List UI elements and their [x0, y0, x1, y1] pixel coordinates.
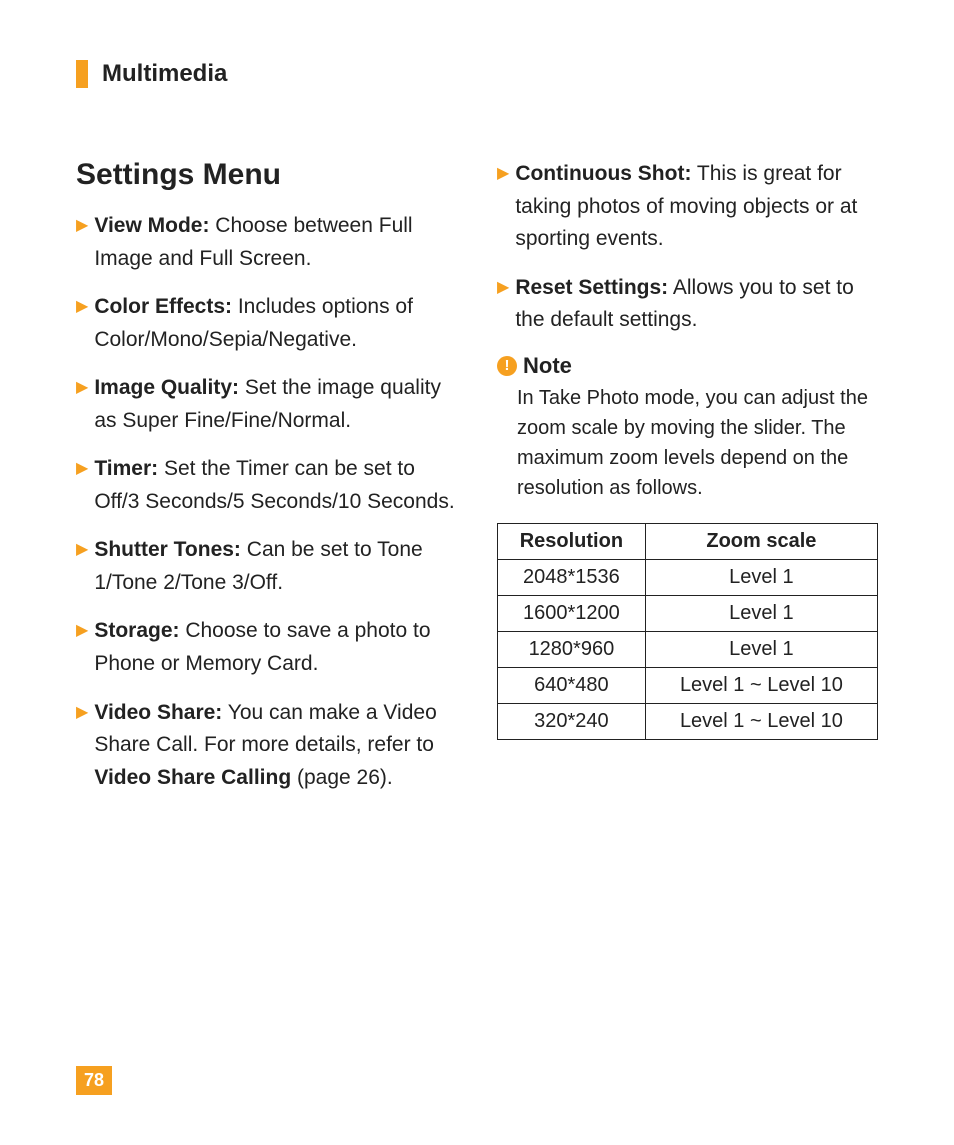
triangle-bullet-icon: ▶ [497, 158, 509, 190]
list-item: ▶ Continuous Shot: This is great for tak… [497, 158, 878, 256]
note-heading: ! Note [497, 353, 878, 379]
list-item-label: Storage: [94, 619, 179, 642]
zoom-table: Resolution Zoom scale 2048*1536 Level 1 … [497, 523, 878, 740]
triangle-bullet-icon: ▶ [76, 534, 88, 566]
section-title: Multimedia [76, 60, 878, 88]
list-item-body: Image Quality: Set the image quality as … [94, 372, 457, 437]
list-item: ▶ Image Quality: Set the image quality a… [76, 372, 457, 437]
list-item: ▶ Video Share: You can make a Video Shar… [76, 697, 457, 795]
list-item-label: Reset Settings: [515, 276, 668, 299]
list-item-body: Storage: Choose to save a photo to Phone… [94, 615, 457, 680]
section-title-text: Multimedia [102, 60, 227, 88]
section-bar-icon [76, 60, 88, 88]
triangle-bullet-icon: ▶ [76, 291, 88, 323]
note-title: Note [523, 353, 572, 379]
list-item: ▶ Color Effects: Includes options of Col… [76, 291, 457, 356]
table-cell: 1280*960 [498, 631, 646, 667]
list-item: ▶ Shutter Tones: Can be set to Tone 1/To… [76, 534, 457, 599]
table-row: 640*480 Level 1 ~ Level 10 [498, 667, 878, 703]
list-item: ▶ View Mode: Choose between Full Image a… [76, 210, 457, 275]
left-column: Settings Menu ▶ View Mode: Choose betwee… [76, 158, 457, 810]
table-cell: Level 1 [645, 631, 877, 667]
content-columns: Settings Menu ▶ View Mode: Choose betwee… [76, 158, 878, 810]
list-item: ▶ Reset Settings: Allows you to set to t… [497, 272, 878, 337]
table-row: 1600*1200 Level 1 [498, 595, 878, 631]
triangle-bullet-icon: ▶ [76, 453, 88, 485]
list-item-bold-tail: Video Share Calling [94, 766, 291, 789]
list-item-label: Image Quality: [94, 376, 239, 399]
list-item: ▶ Storage: Choose to save a photo to Pho… [76, 615, 457, 680]
list-item-label: Continuous Shot: [515, 162, 691, 185]
list-item: ▶ Timer: Set the Timer can be set to Off… [76, 453, 457, 518]
table-row: 2048*1536 Level 1 [498, 559, 878, 595]
settings-menu-heading: Settings Menu [76, 158, 457, 192]
table-row: 1280*960 Level 1 [498, 631, 878, 667]
table-header-resolution: Resolution [498, 523, 646, 559]
list-item-tail: (page 26). [291, 766, 393, 789]
list-item-label: Shutter Tones: [94, 538, 241, 561]
table-cell: Level 1 ~ Level 10 [645, 703, 877, 739]
list-item-label: View Mode: [94, 214, 209, 237]
triangle-bullet-icon: ▶ [76, 372, 88, 404]
triangle-bullet-icon: ▶ [76, 615, 88, 647]
table-cell: 320*240 [498, 703, 646, 739]
table-header-zoom: Zoom scale [645, 523, 877, 559]
list-item-body: Reset Settings: Allows you to set to the… [515, 272, 878, 337]
table-header-row: Resolution Zoom scale [498, 523, 878, 559]
triangle-bullet-icon: ▶ [497, 272, 509, 304]
triangle-bullet-icon: ▶ [76, 210, 88, 242]
table-cell: Level 1 [645, 595, 877, 631]
list-item-body: Color Effects: Includes options of Color… [94, 291, 457, 356]
page-number: 78 [76, 1066, 112, 1095]
table-cell: 1600*1200 [498, 595, 646, 631]
list-item-body: Video Share: You can make a Video Share … [94, 697, 457, 795]
list-item-body: View Mode: Choose between Full Image and… [94, 210, 457, 275]
table-cell: Level 1 [645, 559, 877, 595]
table-cell: 2048*1536 [498, 559, 646, 595]
triangle-bullet-icon: ▶ [76, 697, 88, 729]
list-item-label: Video Share: [94, 701, 222, 724]
note-exclamation-icon: ! [497, 356, 517, 376]
table-cell: Level 1 ~ Level 10 [645, 667, 877, 703]
list-item-label: Color Effects: [94, 295, 232, 318]
list-item-label: Timer: [94, 457, 158, 480]
list-item-body: Continuous Shot: This is great for takin… [515, 158, 878, 256]
list-item-body: Timer: Set the Timer can be set to Off/3… [94, 453, 457, 518]
table-row: 320*240 Level 1 ~ Level 10 [498, 703, 878, 739]
note-body: In Take Photo mode, you can adjust the z… [497, 383, 878, 503]
page: Multimedia Settings Menu ▶ View Mode: Ch… [0, 0, 954, 1145]
table-cell: 640*480 [498, 667, 646, 703]
right-column: ▶ Continuous Shot: This is great for tak… [497, 158, 878, 810]
list-item-body: Shutter Tones: Can be set to Tone 1/Tone… [94, 534, 457, 599]
